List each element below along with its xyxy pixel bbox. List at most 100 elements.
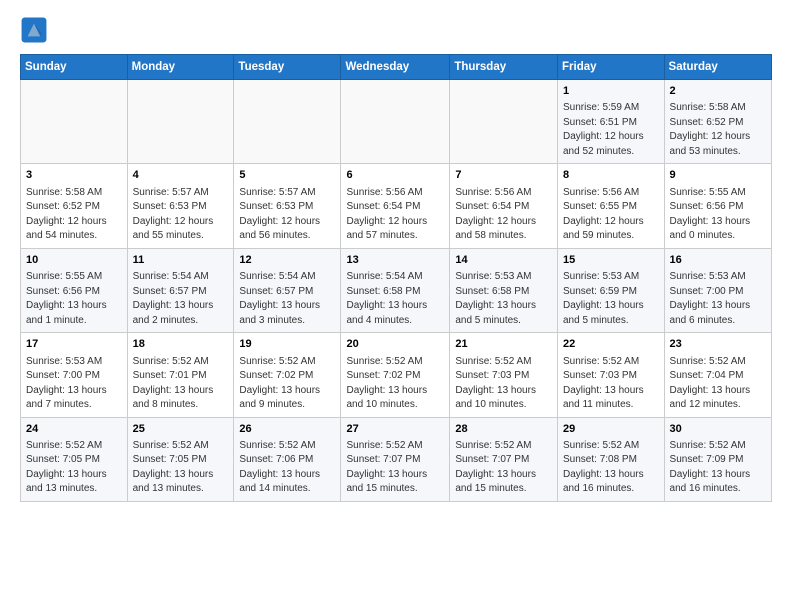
cell-inner: 3 Sunrise: 5:58 AM Sunset: 6:52 PM Daylig…: [26, 168, 122, 243]
cell-inner: 11 Sunrise: 5:54 AM Sunset: 6:57 PM Dayli…: [133, 253, 229, 328]
cell-inner: 6Sunrise: 5:56 AM Sunset: 6:54 PM Daylig…: [346, 168, 444, 243]
day-number: 11: [133, 253, 229, 268]
day-number: 4: [133, 168, 229, 183]
day-number: 26: [239, 422, 335, 437]
day-info: Sunrise: 5:59 AM Sunset: 6:51 PM Dayligh…: [563, 101, 659, 159]
day-number: 28: [455, 422, 552, 437]
calendar-cell: 11 Sunrise: 5:54 AM Sunset: 6:57 PM Dayli…: [127, 248, 234, 332]
calendar-cell: 5 Sunrise: 5:57 AM Sunset: 6:53 PM Daylig…: [234, 164, 341, 248]
header: [20, 16, 772, 44]
day-info: Sunrise: 5:53 AM Sunset: 7:00 PM Dayligh…: [670, 270, 766, 328]
cell-inner: 21Sunrise: 5:52 AM Sunset: 7:03 PM Dayli…: [455, 337, 552, 412]
cell-inner: 23Sunrise: 5:52 AM Sunset: 7:04 PM Dayli…: [670, 337, 766, 412]
cell-inner: 12Sunrise: 5:54 AM Sunset: 6:57 PM Dayli…: [239, 253, 335, 328]
logo-icon: [20, 16, 48, 44]
calendar-cell: 12Sunrise: 5:54 AM Sunset: 6:57 PM Dayli…: [234, 248, 341, 332]
calendar-cell: 19 Sunrise: 5:52 AM Sunset: 7:02 PM Dayli…: [234, 333, 341, 417]
weekday-header: Thursday: [450, 55, 558, 80]
day-number: 18: [133, 337, 229, 352]
calendar-cell: 9Sunrise: 5:55 AM Sunset: 6:56 PM Daylig…: [664, 164, 771, 248]
calendar-cell: 23Sunrise: 5:52 AM Sunset: 7:04 PM Dayli…: [664, 333, 771, 417]
cell-inner: 14Sunrise: 5:53 AM Sunset: 6:58 PM Dayli…: [455, 253, 552, 328]
day-number: 22: [563, 337, 659, 352]
cell-inner: 24Sunrise: 5:52 AM Sunset: 7:05 PM Dayli…: [26, 422, 122, 497]
cell-inner: 13Sunrise: 5:54 AM Sunset: 6:58 PM Dayli…: [346, 253, 444, 328]
day-number: 2: [670, 84, 766, 99]
cell-inner: 4 Sunrise: 5:57 AM Sunset: 6:53 PM Daylig…: [133, 168, 229, 243]
weekday-header: Tuesday: [234, 55, 341, 80]
calendar-cell: 3 Sunrise: 5:58 AM Sunset: 6:52 PM Daylig…: [21, 164, 128, 248]
day-info: Sunrise: 5:58 AM Sunset: 6:52 PM Dayligh…: [670, 101, 766, 159]
calendar-cell: 25 Sunrise: 5:52 AM Sunset: 7:05 PM Dayli…: [127, 417, 234, 501]
day-number: 19: [239, 337, 335, 352]
day-number: 25: [133, 422, 229, 437]
calendar-cell: 6Sunrise: 5:56 AM Sunset: 6:54 PM Daylig…: [341, 164, 450, 248]
calendar-cell: [127, 80, 234, 164]
day-info: Sunrise: 5:52 AM Sunset: 7:02 PM Dayligh…: [346, 355, 444, 413]
day-info: Sunrise: 5:52 AM Sunset: 7:06 PM Dayligh…: [239, 439, 335, 497]
day-info: Sunrise: 5:54 AM Sunset: 6:58 PM Dayligh…: [346, 270, 444, 328]
cell-inner: 20 Sunrise: 5:52 AM Sunset: 7:02 PM Dayli…: [346, 337, 444, 412]
calendar-cell: 24Sunrise: 5:52 AM Sunset: 7:05 PM Dayli…: [21, 417, 128, 501]
day-info: Sunrise: 5:52 AM Sunset: 7:05 PM Dayligh…: [133, 439, 229, 497]
calendar-week-row: 17Sunrise: 5:53 AM Sunset: 7:00 PM Dayli…: [21, 333, 772, 417]
calendar-cell: 16 Sunrise: 5:53 AM Sunset: 7:00 PM Dayli…: [664, 248, 771, 332]
day-info: Sunrise: 5:52 AM Sunset: 7:01 PM Dayligh…: [133, 355, 229, 413]
calendar-cell: 29Sunrise: 5:52 AM Sunset: 7:08 PM Dayli…: [558, 417, 665, 501]
calendar-cell: 1 Sunrise: 5:59 AM Sunset: 6:51 PM Daylig…: [558, 80, 665, 164]
calendar-table: SundayMondayTuesdayWednesdayThursdayFrid…: [20, 54, 772, 502]
day-number: 15: [563, 253, 659, 268]
day-number: 5: [239, 168, 335, 183]
day-number: 30: [670, 422, 766, 437]
day-info: Sunrise: 5:55 AM Sunset: 6:56 PM Dayligh…: [670, 186, 766, 244]
cell-inner: 25 Sunrise: 5:52 AM Sunset: 7:05 PM Dayli…: [133, 422, 229, 497]
page: SundayMondayTuesdayWednesdayThursdayFrid…: [0, 0, 792, 518]
day-info: Sunrise: 5:56 AM Sunset: 6:54 PM Dayligh…: [346, 186, 444, 244]
day-info: Sunrise: 5:53 AM Sunset: 6:58 PM Dayligh…: [455, 270, 552, 328]
day-info: Sunrise: 5:52 AM Sunset: 7:03 PM Dayligh…: [455, 355, 552, 413]
cell-inner: 30Sunrise: 5:52 AM Sunset: 7:09 PM Dayli…: [670, 422, 766, 497]
calendar-cell: 17Sunrise: 5:53 AM Sunset: 7:00 PM Dayli…: [21, 333, 128, 417]
weekday-row: SundayMondayTuesdayWednesdayThursdayFrid…: [21, 55, 772, 80]
calendar-cell: 21Sunrise: 5:52 AM Sunset: 7:03 PM Dayli…: [450, 333, 558, 417]
calendar-cell: 26 Sunrise: 5:52 AM Sunset: 7:06 PM Dayli…: [234, 417, 341, 501]
calendar-cell: 14Sunrise: 5:53 AM Sunset: 6:58 PM Dayli…: [450, 248, 558, 332]
day-info: Sunrise: 5:58 AM Sunset: 6:52 PM Dayligh…: [26, 186, 122, 244]
calendar-cell: [21, 80, 128, 164]
day-number: 1: [563, 84, 659, 99]
day-info: Sunrise: 5:52 AM Sunset: 7:02 PM Dayligh…: [239, 355, 335, 413]
day-info: Sunrise: 5:57 AM Sunset: 6:53 PM Dayligh…: [239, 186, 335, 244]
day-number: 12: [239, 253, 335, 268]
calendar-cell: 8Sunrise: 5:56 AM Sunset: 6:55 PM Daylig…: [558, 164, 665, 248]
day-info: Sunrise: 5:54 AM Sunset: 6:57 PM Dayligh…: [133, 270, 229, 328]
weekday-header: Saturday: [664, 55, 771, 80]
calendar-cell: [341, 80, 450, 164]
cell-inner: 26 Sunrise: 5:52 AM Sunset: 7:06 PM Dayli…: [239, 422, 335, 497]
weekday-header: Wednesday: [341, 55, 450, 80]
cell-inner: 27Sunrise: 5:52 AM Sunset: 7:07 PM Dayli…: [346, 422, 444, 497]
calendar-cell: 15Sunrise: 5:53 AM Sunset: 6:59 PM Dayli…: [558, 248, 665, 332]
calendar-cell: 10Sunrise: 5:55 AM Sunset: 6:56 PM Dayli…: [21, 248, 128, 332]
weekday-header: Friday: [558, 55, 665, 80]
cell-inner: 5 Sunrise: 5:57 AM Sunset: 6:53 PM Daylig…: [239, 168, 335, 243]
calendar-cell: 20 Sunrise: 5:52 AM Sunset: 7:02 PM Dayli…: [341, 333, 450, 417]
calendar-week-row: 3 Sunrise: 5:58 AM Sunset: 6:52 PM Daylig…: [21, 164, 772, 248]
day-number: 24: [26, 422, 122, 437]
cell-inner: 2 Sunrise: 5:58 AM Sunset: 6:52 PM Daylig…: [670, 84, 766, 159]
cell-inner: 19 Sunrise: 5:52 AM Sunset: 7:02 PM Dayli…: [239, 337, 335, 412]
day-number: 20: [346, 337, 444, 352]
day-info: Sunrise: 5:55 AM Sunset: 6:56 PM Dayligh…: [26, 270, 122, 328]
day-info: Sunrise: 5:53 AM Sunset: 7:00 PM Dayligh…: [26, 355, 122, 413]
calendar-header: SundayMondayTuesdayWednesdayThursdayFrid…: [21, 55, 772, 80]
cell-inner: 28Sunrise: 5:52 AM Sunset: 7:07 PM Dayli…: [455, 422, 552, 497]
day-number: 3: [26, 168, 122, 183]
day-info: Sunrise: 5:52 AM Sunset: 7:08 PM Dayligh…: [563, 439, 659, 497]
day-info: Sunrise: 5:56 AM Sunset: 6:54 PM Dayligh…: [455, 186, 552, 244]
day-number: 16: [670, 253, 766, 268]
calendar-week-row: 10Sunrise: 5:55 AM Sunset: 6:56 PM Dayli…: [21, 248, 772, 332]
day-info: Sunrise: 5:57 AM Sunset: 6:53 PM Dayligh…: [133, 186, 229, 244]
cell-inner: 16 Sunrise: 5:53 AM Sunset: 7:00 PM Dayli…: [670, 253, 766, 328]
cell-inner: 7Sunrise: 5:56 AM Sunset: 6:54 PM Daylig…: [455, 168, 552, 243]
calendar-week-row: 24 Sunrise: 5:52 AM Sunset: 7:05 PM Dayli…: [21, 417, 772, 501]
day-info: Sunrise: 5:56 AM Sunset: 6:55 PM Dayligh…: [563, 186, 659, 244]
